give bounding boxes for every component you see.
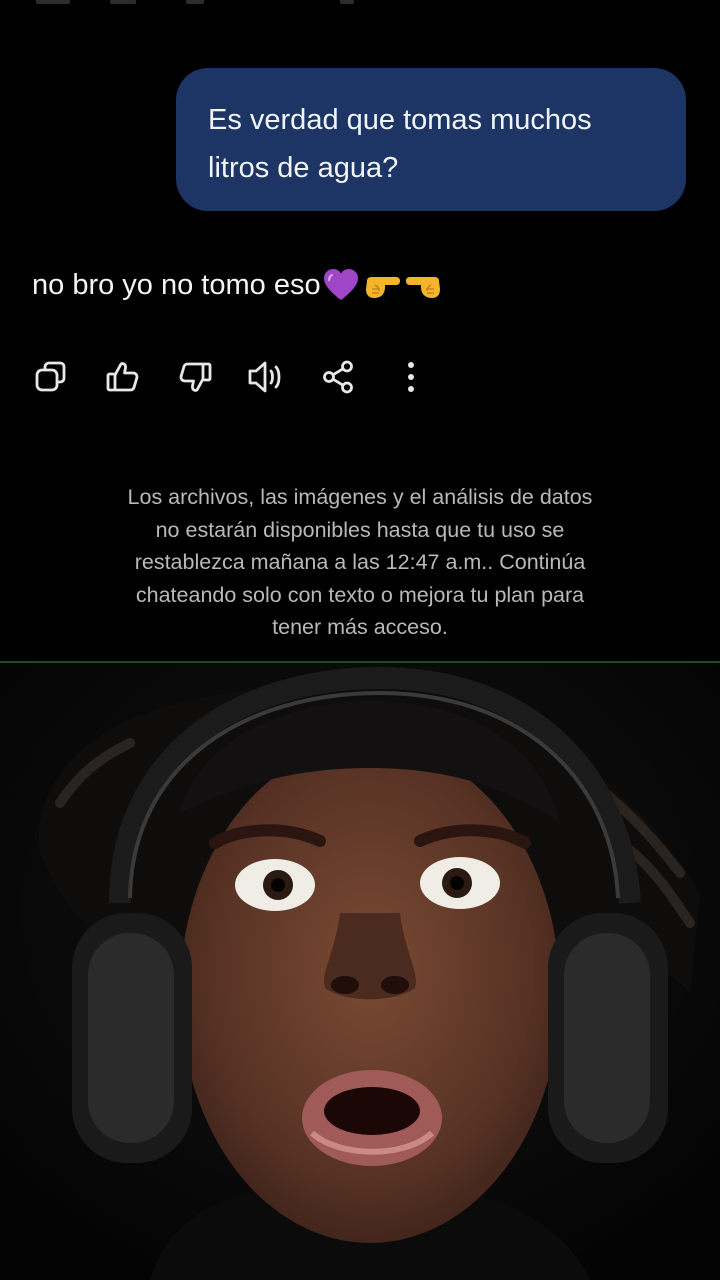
- reaction-image: [0, 663, 720, 1280]
- share-icon: [323, 360, 353, 394]
- more-options-button[interactable]: [390, 356, 432, 398]
- thumbs-up-icon: [106, 362, 139, 392]
- copy-icon: [35, 361, 66, 392]
- purple-heart-icon: [323, 269, 358, 300]
- like-button[interactable]: [102, 356, 144, 398]
- user-message-bubble: Es verdad que tomas muchos litros de agu…: [176, 68, 686, 211]
- dislike-button[interactable]: [174, 356, 216, 398]
- pointing-left-hand-icon: [405, 277, 440, 298]
- assistant-reply-text: no bro yo no tomo eso: [32, 268, 321, 301]
- pointing-right-hand-icon: [365, 277, 400, 298]
- usage-limit-notice: Los archivos, las imágenes y el análisis…: [127, 485, 593, 639]
- user-message-text: Es verdad que tomas muchos litros de agu…: [208, 104, 592, 184]
- copy-button[interactable]: [30, 356, 72, 398]
- assistant-reply: no bro yo no tomo eso: [32, 262, 443, 308]
- share-button[interactable]: [318, 356, 360, 398]
- thumbs-down-icon: [179, 362, 212, 392]
- read-aloud-button[interactable]: [246, 356, 288, 398]
- cropped-header: [36, 0, 376, 6]
- surprised-man-with-headphones-illustration: [0, 663, 720, 1280]
- message-actions-bar: [30, 356, 450, 398]
- chat-screen: Es verdad que tomas muchos litros de agu…: [0, 0, 720, 662]
- more-vertical-icon: [408, 362, 414, 392]
- speaker-icon: [248, 361, 281, 393]
